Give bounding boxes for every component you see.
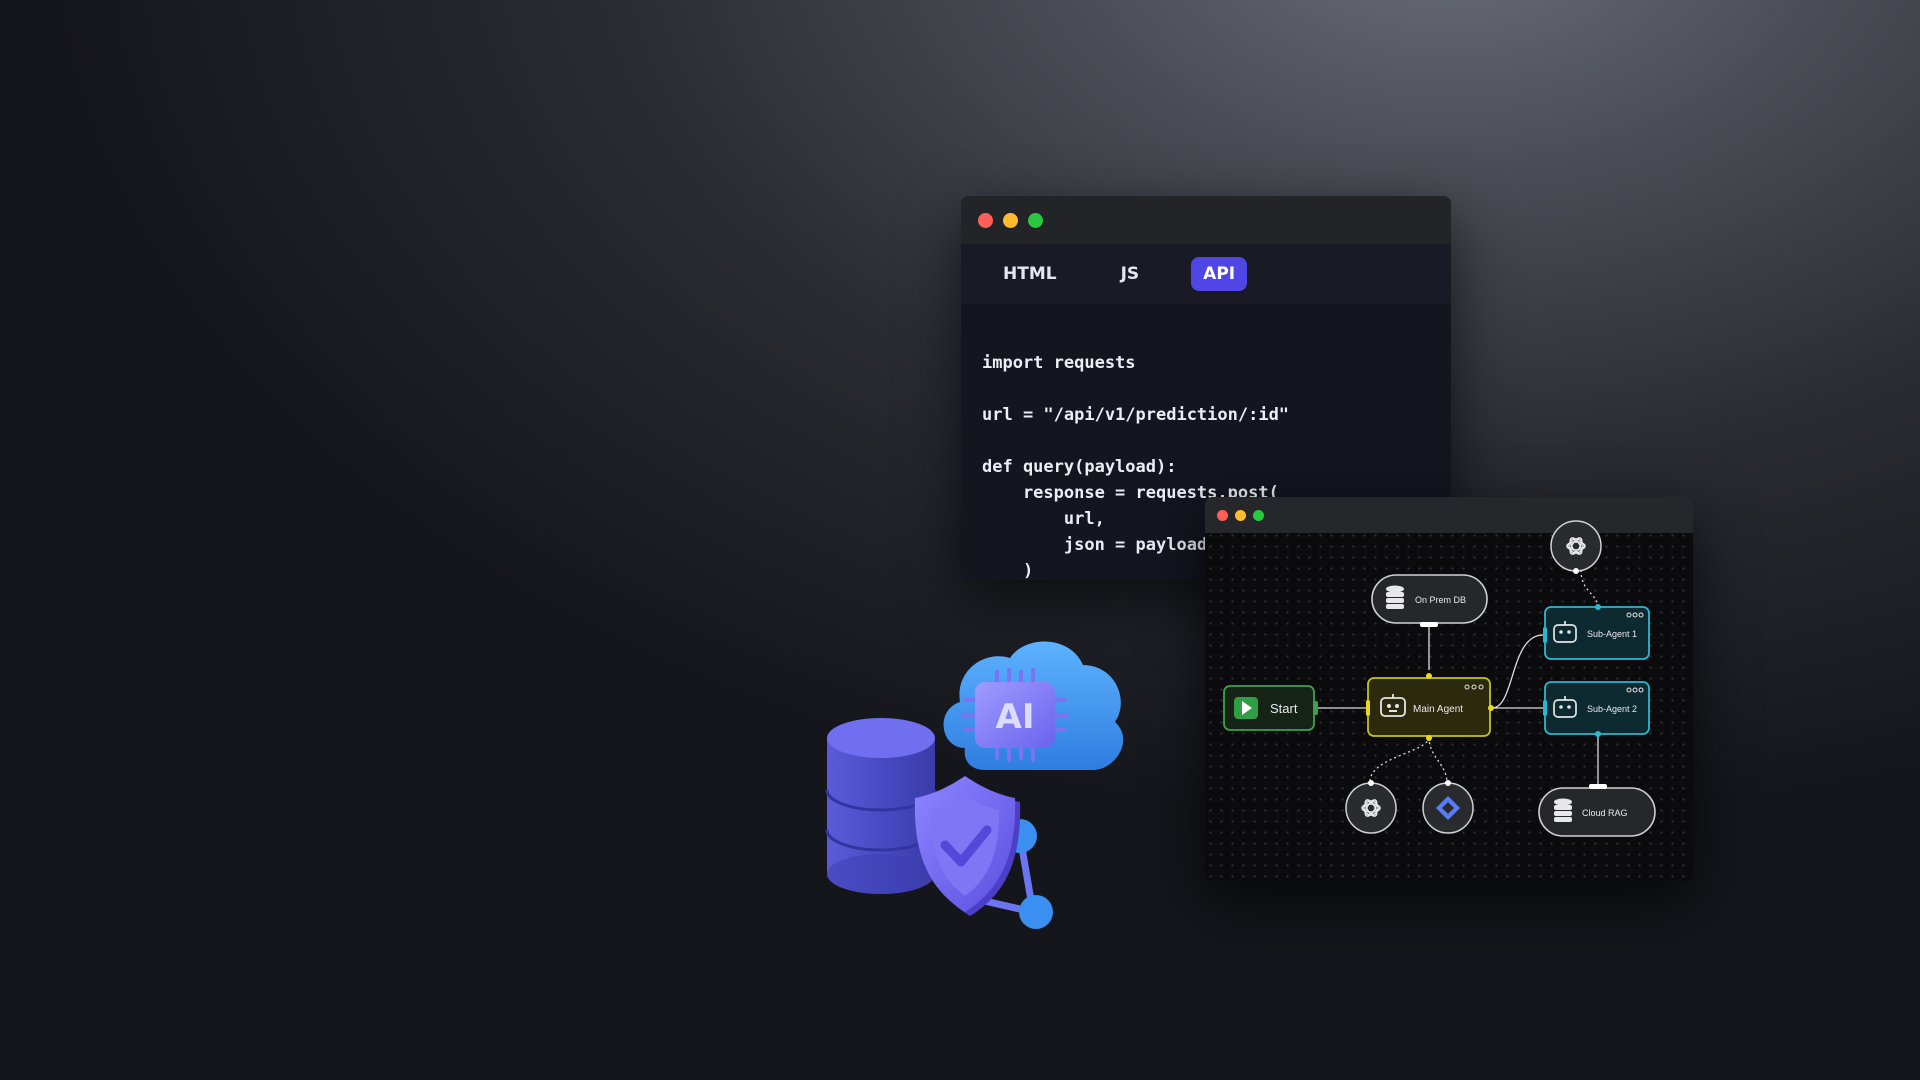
cloud-rag-label: Cloud RAG [1582,808,1628,818]
edge-main-to-openai [1369,736,1430,782]
on-prem-db-node[interactable]: On Prem DB [1371,574,1488,627]
tab-js[interactable]: JS [1109,257,1152,291]
on-prem-db-label: On Prem DB [1415,595,1466,605]
code-window-titlebar [961,196,1451,244]
openai-node-top[interactable] [1550,520,1602,574]
sub-agent-1-label: Sub-Agent 1 [1587,629,1637,639]
minimize-window-button[interactable] [1003,212,1018,228]
close-window-button[interactable] [978,212,993,228]
maximize-window-button[interactable] [1028,212,1043,228]
sub-agent-1-node[interactable]: Sub-Agent 1 [1543,604,1650,660]
main-agent-node[interactable]: Main Agent [1366,673,1494,741]
start-node-label: Start [1270,701,1298,716]
tab-api[interactable]: API [1191,257,1248,291]
start-node[interactable]: Start [1223,685,1318,731]
openai-node-bottom[interactable] [1345,780,1397,834]
ai-chip-label: AI [996,697,1035,737]
tab-html[interactable]: HTML [991,257,1069,291]
cloud-rag-node[interactable]: Cloud RAG [1538,784,1656,837]
edge-main-to-sub1 [1491,634,1544,709]
ai-security-illustration: AI [825,641,1124,929]
main-agent-label: Main Agent [1413,704,1463,715]
language-tabs: HTML JS API [961,244,1451,304]
sub-agent-2-label: Sub-Agent 2 [1587,704,1637,714]
edge-openai-to-sub1 [1580,569,1599,608]
flow-canvas[interactable]: Start Main Agent Sub-Agent 1 Sub-Agent 2… [1205,497,1693,881]
agent-flow-window: Start Main Agent Sub-Agent 1 Sub-Agent 2… [1205,497,1693,881]
diamond-tool-node[interactable] [1422,780,1474,834]
edge-main-to-diamond [1428,736,1448,782]
sub-agent-2-node[interactable]: Sub-Agent 2 [1543,681,1650,737]
shield-check-icon [914,776,1021,916]
